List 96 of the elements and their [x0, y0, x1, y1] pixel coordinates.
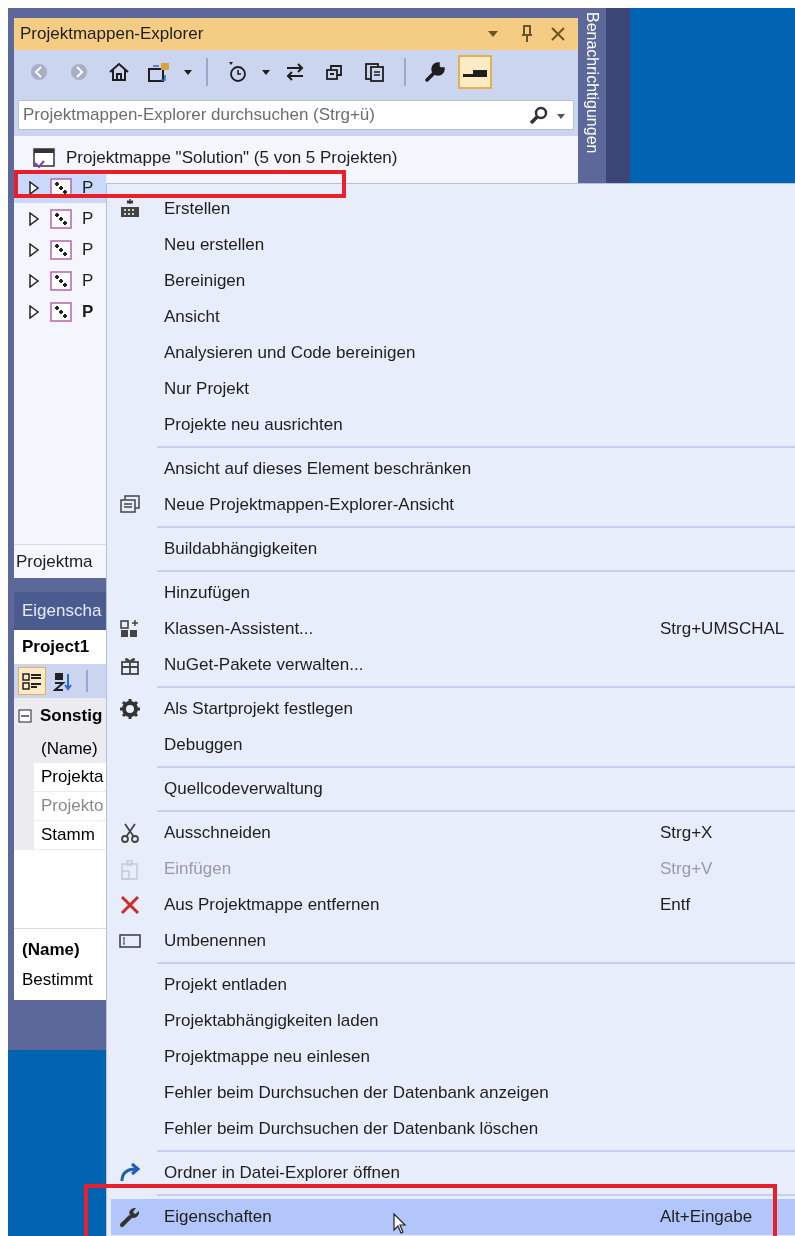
dropdown-icon [486, 29, 500, 39]
project-icon [50, 301, 72, 322]
shortcut-label: Entf [660, 894, 692, 917]
menu-item[interactable]: Aus Projektmappe entfernen Entf [107, 887, 795, 923]
scissors-icon [119, 822, 141, 844]
property-label: Projekto [41, 795, 104, 818]
back-icon [29, 62, 49, 82]
tree-row[interactable]: P [14, 296, 106, 327]
home-icon [108, 62, 130, 82]
project-icon [50, 270, 72, 291]
panel-title: Projektmappen-Explorer [20, 23, 205, 46]
menu-item[interactable]: Debuggen [107, 727, 795, 763]
menu-item[interactable]: Umbenennen [107, 923, 795, 959]
clock-icon [226, 61, 248, 83]
property-label: Stamm [41, 824, 95, 847]
menu-item[interactable]: Projekte neu ausrichten [107, 407, 795, 443]
menu-item[interactable]: Hinzufügen [107, 575, 795, 611]
sort-icon [53, 671, 75, 691]
solution-icon [32, 147, 56, 169]
search-icon [528, 106, 550, 126]
menu-item[interactable]: Neue Projektmappen-Explorer-Ansicht [107, 487, 795, 523]
menu-item[interactable]: NuGet-Pakete verwalten... [107, 647, 795, 683]
tree-row[interactable]: P [14, 234, 106, 265]
menu-item[interactable]: Projekt entladen [107, 967, 795, 1003]
categorized-button[interactable] [18, 667, 46, 695]
documents-icon [364, 61, 386, 83]
menu-item[interactable]: Ansicht [107, 299, 795, 335]
expand-icon [28, 304, 40, 319]
expand-icon [28, 211, 40, 226]
project-label: P [82, 238, 94, 261]
description-title: (Name) [22, 939, 80, 961]
menu-item[interactable]: Nur Projekt [107, 371, 795, 407]
pin-icon [520, 25, 534, 43]
categorized-icon [21, 671, 43, 691]
object-name: Project1 [22, 636, 90, 659]
clipboard-icon [119, 858, 141, 880]
preview-button[interactable] [458, 55, 492, 89]
expand-icon [28, 242, 40, 257]
switch-views-icon [147, 61, 171, 83]
panel-tab[interactable]: Projektma [16, 548, 93, 575]
menu-item[interactable]: Bereinigen [107, 263, 795, 299]
property-row[interactable]: Stamm [34, 821, 106, 850]
property-label: (Name) [41, 737, 98, 760]
wrench-icon [119, 1206, 141, 1228]
project-label: P [82, 269, 94, 292]
menu-item[interactable]: Eigenschaften Alt+Eingabe [111, 1199, 795, 1235]
menu-item[interactable]: Ausschneiden Strg+X [107, 815, 795, 851]
property-row[interactable]: Projekta [34, 763, 106, 792]
curved-arrow-icon [119, 1162, 141, 1184]
panel-title: Eigenscha [22, 600, 102, 623]
shortcut-label: Alt+Eingabe [660, 1206, 754, 1229]
dropdown-icon [183, 68, 193, 76]
tree-row[interactable]: P [14, 265, 106, 296]
menu-item[interactable]: Fehler beim Durchsuchen der Datenbank löschen [107, 1111, 795, 1147]
class-wizard-icon [119, 618, 141, 640]
menu-item[interactable]: Projektmappe neu einlesen [107, 1039, 795, 1075]
search-field[interactable]: Projektmappen-Explorer durchsuchen (Strg+ü) [18, 100, 574, 130]
category-label: Sonstig [40, 705, 103, 728]
dropdown-icon [556, 112, 566, 120]
tree-row[interactable]: P [14, 203, 106, 234]
project-label: P [82, 300, 94, 323]
menu-item[interactable]: Quellcodeverwaltung [107, 771, 795, 807]
shortcut-label: Strg+V [660, 858, 714, 881]
gear-icon [119, 698, 141, 720]
dropdown-icon [261, 68, 271, 76]
collapse-icon [325, 62, 345, 82]
menu-item[interactable]: Ordner in Datei-Explorer öffnen [107, 1155, 795, 1191]
forward-icon [69, 62, 89, 82]
expand-icon [28, 180, 40, 195]
delete-icon [119, 894, 141, 916]
solution-label[interactable]: Projektmappe "Solution" (5 von 5 Projekten) [66, 145, 398, 171]
menu-item[interactable]: Neu erstellen [107, 227, 795, 263]
menu-item[interactable]: Projektabhängigkeiten laden [107, 1003, 795, 1039]
menu-item[interactable]: Buildabhängigkeiten [107, 531, 795, 567]
project-label: P [82, 176, 94, 199]
menu-item[interactable]: Fehler beim Durchsuchen der Datenbank anzeigen [107, 1075, 795, 1111]
menu-item[interactable]: Analysieren und Code bereinigen [107, 335, 795, 371]
project-label: P [82, 207, 94, 230]
project-icon [50, 239, 72, 260]
mouse-pointer-icon [393, 1213, 407, 1235]
menu-item[interactable]: Klassen-Assistent... Strg+UMSCHAL [107, 611, 795, 647]
notifications-tab[interactable]: Benachrichtigungen [580, 12, 604, 154]
menu-item[interactable]: Ansicht auf dieses Element beschränken [107, 451, 795, 487]
menu-item[interactable]: Als Startprojekt festlegen [107, 691, 795, 727]
shortcut-label: Strg+UMSCHAL [660, 618, 786, 641]
project-icon [50, 208, 72, 229]
sync-icon [284, 62, 306, 82]
close-icon [550, 26, 566, 42]
menu-item[interactable]: Erstellen [107, 191, 795, 227]
property-label: Projekta [41, 766, 104, 789]
expand-icon [28, 273, 40, 288]
description-text: Bestimmt [22, 968, 93, 991]
shortcut-label: Strg+X [660, 822, 714, 845]
window-icon [119, 494, 141, 516]
build-icon [119, 198, 141, 220]
wrench-icon [424, 61, 446, 83]
